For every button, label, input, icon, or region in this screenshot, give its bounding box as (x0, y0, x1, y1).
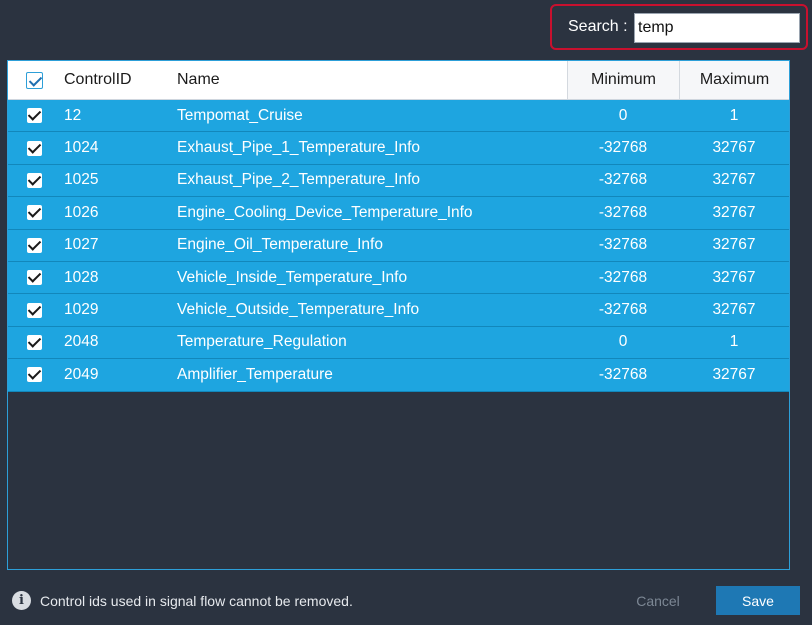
table-row[interactable]: 12 Tempomat_Cruise 0 1 (8, 100, 789, 133)
cell-name: Amplifier_Temperature (177, 365, 333, 383)
search-input[interactable] (634, 13, 800, 43)
table-row[interactable]: 1027 Engine_Oil_Temperature_Info -32768 327… (8, 229, 789, 262)
cell-minimum: -32768 (598, 203, 648, 221)
cell-name: Engine_Oil_Temperature_Info (177, 236, 383, 254)
row-check-cell (8, 359, 60, 390)
cell-controlid: 1025 (64, 171, 99, 189)
cell-controlid: 1024 (64, 139, 99, 157)
row-check-cell (8, 100, 60, 131)
cell-controlid: 2049 (64, 365, 99, 383)
search-label: Search : (568, 18, 628, 35)
grid-body: 12 Tempomat_Cruise 0 1 1024 Exhaust_Pipe_1_Te… (8, 100, 789, 392)
cell-minimum: -32768 (598, 268, 648, 286)
table-row[interactable]: 1028 Vehicle_Inside_Temperature_Info -3276… (8, 261, 789, 295)
column-header-minimum[interactable]: Minimum (567, 61, 679, 99)
table-row[interactable]: 2049 Amplifier_Temperature -32768 32767 (8, 359, 789, 392)
cell-name: Tempomat_Cruise (177, 106, 303, 124)
cell-name: Vehicle_Outside_Temperature_Info (177, 301, 420, 319)
grid-header: ControlID Name Minimum Maximum (8, 61, 789, 100)
row-checkbox[interactable] (26, 108, 42, 124)
cell-minimum: 0 (618, 106, 628, 124)
cell-maximum: 32767 (712, 203, 756, 221)
column-header-maximum[interactable]: Maximum (679, 61, 789, 99)
select-all-checkbox[interactable] (25, 71, 43, 89)
row-checkbox[interactable] (26, 334, 42, 350)
row-check-cell (8, 230, 60, 261)
cell-minimum: -32768 (598, 139, 648, 157)
cell-controlid: 12 (64, 106, 82, 124)
row-check-cell (8, 197, 60, 228)
cell-controlid: 1027 (64, 236, 99, 254)
info-icon: i (12, 591, 31, 610)
cell-name: Engine_Cooling_Device_Temperature_Info (177, 203, 473, 221)
info-text: Control ids used in signal flow cannot b… (40, 592, 353, 609)
cell-minimum: -32768 (598, 171, 648, 189)
search-box: Search : (550, 4, 808, 50)
cell-controlid: 1029 (64, 301, 99, 319)
table-row[interactable]: 1025 Exhaust_Pipe_2_Temperature_Info -3276… (8, 164, 789, 198)
table-row[interactable]: 2048 Temperature_Regulation 0 1 (8, 326, 789, 360)
cell-maximum: 32767 (712, 268, 756, 286)
cell-controlid: 2048 (64, 333, 99, 351)
cell-name: Vehicle_Inside_Temperature_Info (177, 268, 408, 286)
header-check-cell (8, 61, 60, 99)
cell-minimum: -32768 (598, 365, 648, 383)
cell-maximum: 1 (729, 106, 739, 124)
cell-name: Temperature_Regulation (177, 333, 347, 351)
column-header-controlid[interactable]: ControlID (60, 61, 175, 99)
cell-controlid: 1028 (64, 268, 99, 286)
row-checkbox[interactable] (26, 140, 42, 156)
row-checkbox[interactable] (26, 367, 42, 383)
cell-maximum: 32767 (712, 236, 756, 254)
row-checkbox[interactable] (26, 172, 42, 188)
row-check-cell (8, 132, 60, 163)
cancel-button[interactable]: Cancel (622, 587, 694, 615)
save-button[interactable]: Save (716, 586, 800, 615)
cell-maximum: 32767 (712, 139, 756, 157)
cell-minimum: -32768 (598, 236, 648, 254)
cell-maximum: 32767 (712, 301, 756, 319)
row-checkbox[interactable] (26, 302, 42, 318)
row-checkbox[interactable] (26, 237, 42, 253)
cell-maximum: 32767 (712, 171, 756, 189)
column-header-name[interactable]: Name (175, 61, 567, 99)
cell-name: Exhaust_Pipe_2_Temperature_Info (177, 171, 420, 189)
table-row[interactable]: 1024 Exhaust_Pipe_1_Temperature_Info -3276… (8, 132, 789, 165)
cell-maximum: 32767 (712, 365, 756, 383)
footer-info: i Control ids used in signal flow cannot… (12, 591, 353, 610)
table-row[interactable]: 1029 Vehicle_Outside_Temperature_Info -327… (8, 294, 789, 327)
row-check-cell (8, 294, 60, 325)
cell-minimum: -32768 (598, 301, 648, 319)
row-checkbox[interactable] (26, 270, 42, 286)
row-check-cell (8, 262, 60, 293)
control-id-grid: ControlID Name Minimum Maximum 12 Tempoma… (7, 60, 790, 570)
row-check-cell (8, 327, 60, 358)
cell-name: Exhaust_Pipe_1_Temperature_Info (177, 139, 420, 157)
cell-minimum: 0 (618, 333, 628, 351)
cell-controlid: 1026 (64, 203, 99, 221)
cell-maximum: 1 (729, 333, 739, 351)
row-checkbox[interactable] (26, 205, 42, 221)
row-check-cell (8, 165, 60, 196)
table-row[interactable]: 1026 Engine_Cooling_Device_Temperature_In… (8, 197, 789, 230)
